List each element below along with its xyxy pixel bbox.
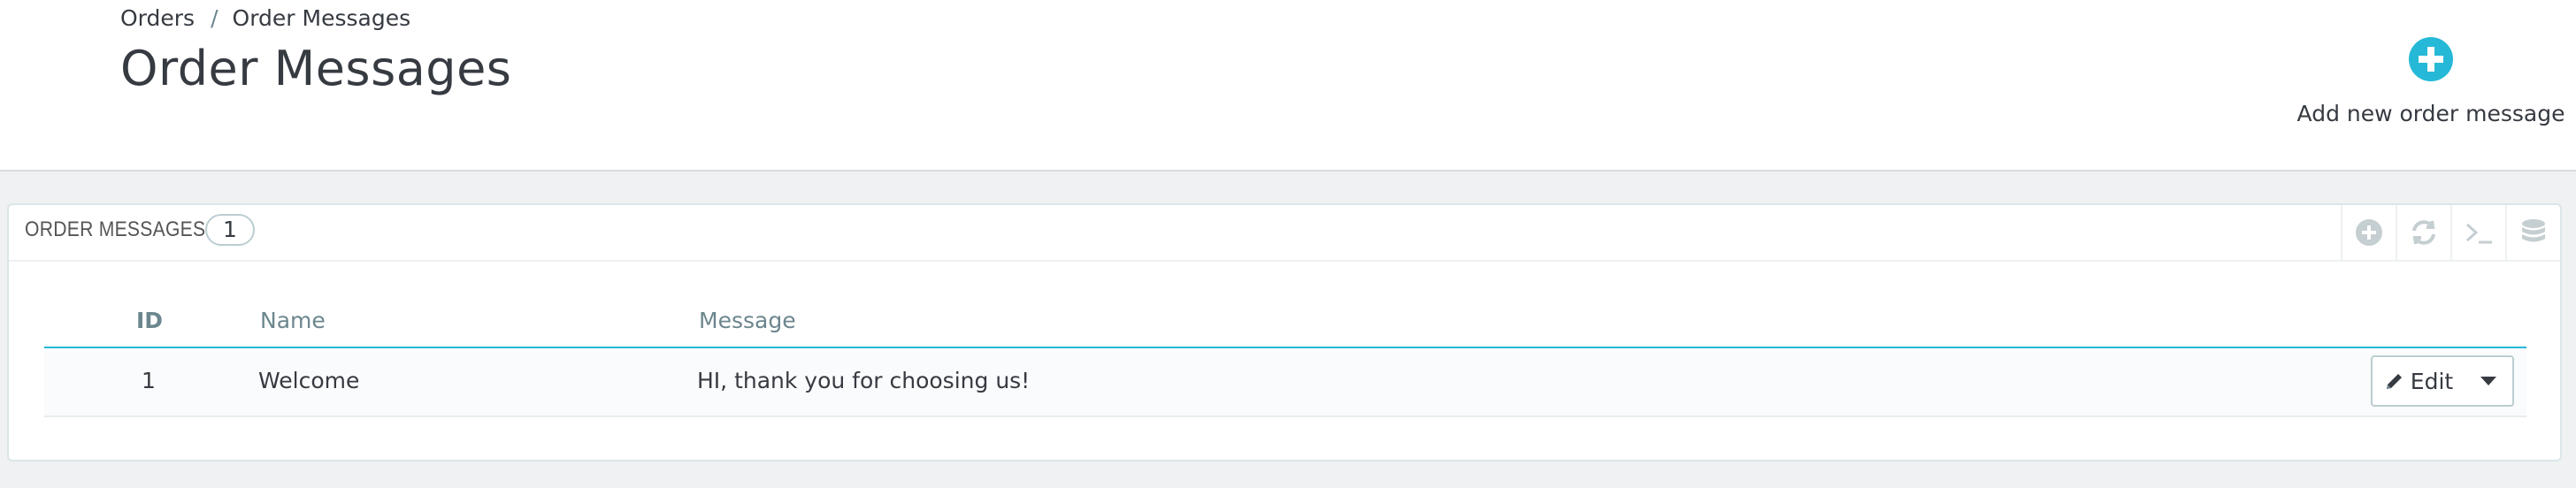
database-export-icon[interactable] [2505,205,2560,260]
order-messages-table: ID Name Message 1 Welcome HI, thank you … [44,294,2526,417]
table-row[interactable]: 1 Welcome HI, thank you for choosing us!… [44,348,2526,417]
cell-name: Welcome [258,368,360,393]
add-new-order-message-button[interactable]: Add new order message [2297,37,2564,126]
row-actions: Edit [2371,355,2514,407]
edit-label: Edit [2410,368,2454,394]
column-header-name[interactable]: Name [260,308,326,333]
breadcrumb: Orders / Order Messages [120,5,410,31]
add-circle-icon [2409,37,2453,81]
breadcrumb-current: Order Messages [232,5,411,31]
sql-query-icon[interactable] [2450,205,2505,260]
page-header: Orders / Order Messages Order Messages A… [0,0,2576,172]
add-new-label: Add new order message [2296,101,2565,126]
pencil-icon [2386,374,2402,389]
panel-heading: Order messages 1 [9,205,2560,262]
panel-toolbar [2341,205,2560,260]
row-actions-dropdown-toggle[interactable] [2465,357,2512,405]
edit-button[interactable]: Edit [2373,357,2465,405]
page-title: Order Messages [120,41,512,96]
table-header: ID Name Message [44,294,2526,348]
column-header-message[interactable]: Message [699,308,796,333]
panel-title: Order messages [25,217,206,241]
breadcrumb-separator: / [211,5,218,31]
caret-down-icon [2480,377,2496,385]
add-icon[interactable] [2341,205,2396,260]
column-header-id[interactable]: ID [136,308,163,333]
cell-id: 1 [142,368,156,393]
count-badge: 1 [205,214,255,246]
cell-message: HI, thank you for choosing us! [697,368,1031,393]
order-messages-panel: Order messages 1 ID Name Message 1 Welco… [7,203,2562,461]
breadcrumb-orders-link[interactable]: Orders [120,5,195,31]
refresh-icon[interactable] [2396,205,2450,260]
